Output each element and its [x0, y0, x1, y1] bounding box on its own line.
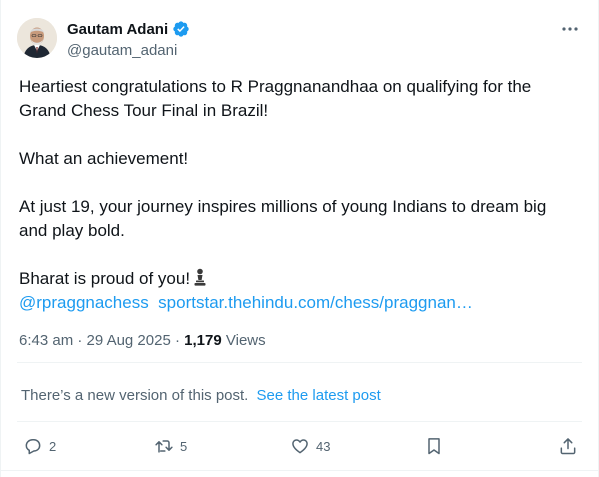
divider — [1, 470, 598, 471]
post-time[interactable]: 6:43 am — [19, 332, 73, 349]
repost-icon — [155, 440, 173, 453]
repost-count: 5 — [180, 438, 188, 454]
like-button[interactable]: 43 — [290, 431, 330, 461]
avatar[interactable] — [17, 18, 57, 58]
share-button[interactable] — [558, 431, 578, 461]
divider — [17, 421, 582, 422]
reply-icon — [25, 439, 41, 455]
meta-separator: · — [77, 332, 83, 349]
share-icon — [560, 438, 576, 455]
post-line-proud: Bharat is proud of you! — [19, 267, 579, 291]
reply-button[interactable]: 2 — [23, 431, 56, 461]
post-text: Heartiest congratulations to R Praggnana… — [19, 75, 579, 315]
author-name[interactable]: Gautam Adani — [67, 21, 168, 38]
post-date[interactable]: 29 Aug 2025 — [87, 332, 171, 349]
heart-icon — [292, 439, 308, 454]
mention-link[interactable]: @rpraggnachess — [19, 293, 149, 312]
repost-button[interactable]: 5 — [154, 431, 187, 461]
post-meta: 6:43 am · 29 Aug 2025 · 1,179 Views — [19, 332, 266, 349]
post-links-line: @rpraggnachess sportstar.thehindu.com/ch… — [19, 291, 579, 315]
bookmark-button[interactable] — [424, 431, 444, 461]
post-line-proud-text: Bharat is proud of you! — [19, 269, 191, 288]
post-line-journey: At just 19, your journey inspires millio… — [19, 197, 547, 240]
post-line-achievement: What an achievement! — [19, 149, 189, 168]
article-link[interactable]: sportstar.thehindu.com/chess/praggnan… — [158, 293, 473, 312]
edited-notice: There’s a new version of this post. See … — [21, 387, 381, 404]
edited-notice-text: There’s a new version of this post. — [21, 387, 249, 404]
action-bar: 2 5 43 — [1, 431, 599, 461]
avatar-image — [17, 18, 57, 58]
see-latest-post-link[interactable]: See the latest post — [257, 387, 381, 404]
reply-count: 2 — [49, 438, 57, 454]
more-options-icon[interactable] — [560, 22, 580, 36]
author-name-row[interactable]: Gautam Adani — [67, 20, 190, 38]
pawn-icon — [194, 268, 206, 286]
post-card: Gautam Adani @gautam_adani Heartiest con… — [0, 0, 599, 477]
like-count: 43 — [316, 438, 331, 454]
divider — [17, 362, 582, 363]
verified-badge-icon — [173, 21, 189, 37]
author-handle[interactable]: @gautam_adani — [67, 42, 177, 59]
meta-separator: · — [174, 332, 180, 349]
views-count[interactable]: 1,179 — [184, 332, 222, 349]
bookmark-icon — [428, 438, 440, 455]
post-line-congrats: Heartiest congratulations to R Praggnana… — [19, 77, 532, 120]
views-label[interactable]: Views — [226, 332, 266, 349]
